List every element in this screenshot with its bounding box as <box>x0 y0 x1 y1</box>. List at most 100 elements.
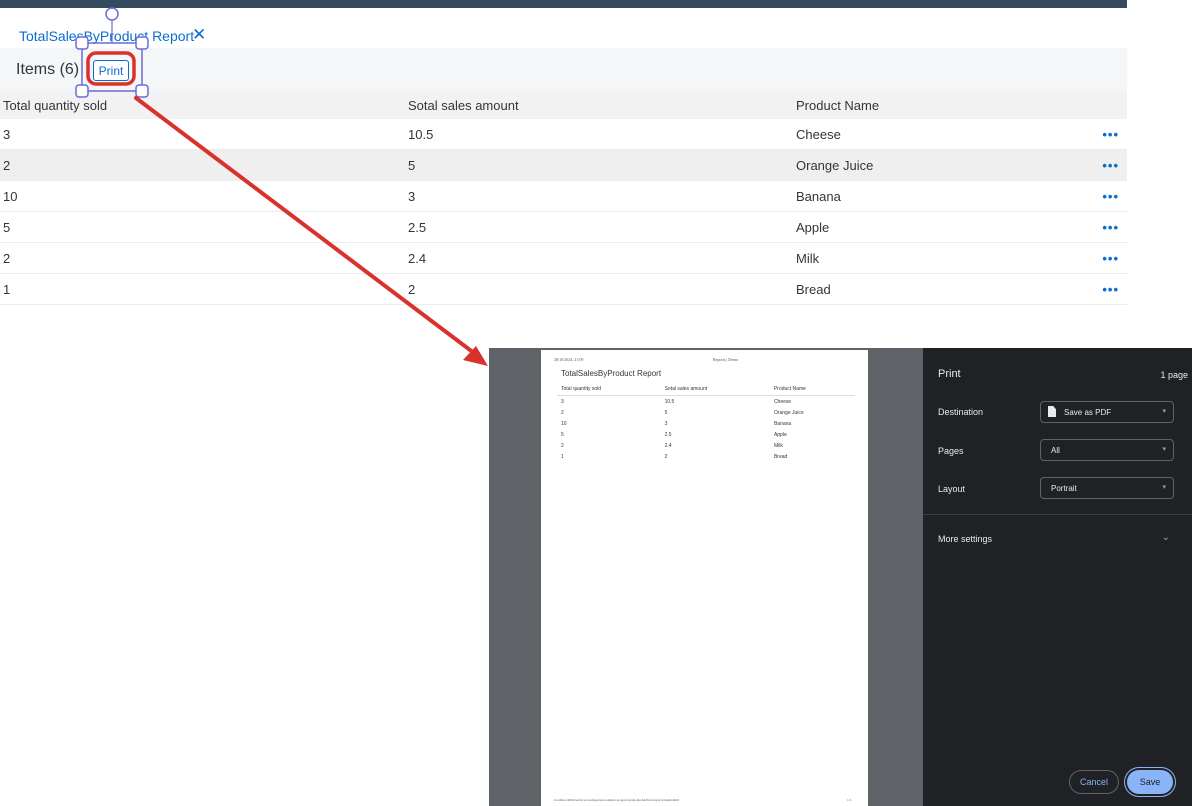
chevron-down-icon: ▾ <box>1162 408 1166 415</box>
cancel-button[interactable]: Cancel <box>1069 770 1119 794</box>
report-table: Total quantity sold Sotal sales amount P… <box>0 91 1127 305</box>
pages-label: Pages <box>938 446 964 456</box>
chevron-down-icon[interactable]: ⌄ <box>1162 532 1170 543</box>
cell-amount: 2.5 <box>405 211 793 243</box>
more-horizontal-icon[interactable]: ••• <box>1096 242 1127 274</box>
print-settings-panel: Print 1 page Destination Save as PDF ▾ P… <box>923 348 1192 806</box>
pages-select[interactable]: All ▾ <box>1040 439 1174 461</box>
save-button[interactable]: Save <box>1127 770 1173 794</box>
preview-cell: Banana <box>773 420 792 427</box>
cell-quantity: 3 <box>0 119 405 150</box>
more-horizontal-icon[interactable]: ••• <box>1096 211 1127 243</box>
table-row[interactable]: 1 2 Bread ••• <box>0 273 1127 305</box>
preview-row: 5 2.5 Apple <box>557 429 855 440</box>
preview-footer-page: 1/1 <box>847 798 852 802</box>
preview-cell: Cheese <box>773 398 792 405</box>
tab-label: TotalSalesByProduct Report <box>19 28 195 44</box>
preview-cell: 2.4 <box>664 442 672 449</box>
column-header-product[interactable]: Product Name <box>793 91 1096 119</box>
cell-amount: 3 <box>405 180 793 212</box>
table-row[interactable]: 3 10.5 Cheese ••• <box>0 119 1127 150</box>
preview-report-title: TotalSalesByProduct Report <box>561 369 662 378</box>
cell-quantity: 5 <box>0 211 405 243</box>
preview-row: 2 2.4 Milk <box>557 440 855 451</box>
preview-cell: 3 <box>561 398 564 405</box>
cell-product: Bread <box>793 273 1096 305</box>
more-horizontal-icon[interactable]: ••• <box>1096 119 1127 150</box>
page-count: 1 page <box>1160 370 1188 380</box>
more-horizontal-icon[interactable]: ••• <box>1096 273 1127 305</box>
layout-select[interactable]: Portrait ▾ <box>1040 477 1174 499</box>
preview-cell: 3 <box>664 420 668 427</box>
close-icon[interactable]: ✕ <box>192 25 206 45</box>
preview-cell: Milk <box>773 442 783 449</box>
print-preview-page: 28/10/2024, 21:09 Reports | Demo TotalSa… <box>541 350 868 806</box>
cell-quantity: 1 <box>0 273 405 305</box>
cell-product: Orange Juice <box>793 149 1096 181</box>
more-horizontal-icon[interactable]: ••• <box>1096 149 1127 181</box>
table-header-row: Total quantity sold Sotal sales amount P… <box>0 91 1127 119</box>
cell-product: Banana <box>793 180 1096 212</box>
preview-footer-url: localhost:4004/services/webapp/test-samp… <box>554 798 680 802</box>
destination-label: Destination <box>938 407 984 417</box>
document-icon <box>1048 406 1056 417</box>
chevron-down-icon: ▾ <box>1162 446 1166 453</box>
print-panel-title: Print <box>938 368 961 380</box>
destination-value: Save as PDF <box>1064 408 1112 417</box>
table-row[interactable]: 2 2.4 Milk ••• <box>0 242 1127 274</box>
print-preview-area: 28/10/2024, 21:09 Reports | Demo TotalSa… <box>489 348 923 806</box>
cell-quantity: 2 <box>0 242 405 274</box>
preview-cell: 2 <box>561 442 564 449</box>
preview-cell: 10.5 <box>664 398 675 405</box>
preview-column-header: Sotal sales amount <box>660 383 770 396</box>
table-row[interactable]: 5 2.5 Apple ••• <box>0 211 1127 243</box>
tab-bar: TotalSalesByProduct Report ✕ <box>0 8 1127 56</box>
preview-cell: 1 <box>561 453 564 460</box>
table-row[interactable]: 2 5 Orange Juice ••• <box>0 149 1127 181</box>
cell-product: Milk <box>793 242 1096 274</box>
column-header-actions <box>1096 91 1127 119</box>
column-header-amount[interactable]: Sotal sales amount <box>405 91 793 119</box>
preview-row: 3 10.5 Cheese <box>557 396 855 408</box>
layout-label: Layout <box>938 484 966 494</box>
more-horizontal-icon[interactable]: ••• <box>1096 180 1127 212</box>
cell-amount: 10.5 <box>405 119 793 150</box>
preview-cell: 2.5 <box>664 431 672 438</box>
preview-header-title: Reports | Demo <box>713 357 739 362</box>
preview-cell: Bread <box>773 453 788 460</box>
cell-amount: 5 <box>405 149 793 181</box>
annotation-arrow-head <box>463 346 488 366</box>
preview-row: 10 3 Banana <box>557 418 855 429</box>
preview-cell: 2 <box>561 409 564 416</box>
cell-product: Apple <box>793 211 1096 243</box>
column-header-quantity[interactable]: Total quantity sold <box>0 91 405 119</box>
divider <box>923 514 1192 515</box>
cell-amount: 2.4 <box>405 242 793 274</box>
cell-quantity: 10 <box>0 180 405 212</box>
preview-cell: Orange Juice <box>773 409 804 416</box>
preview-column-header: Total quantity sold <box>557 383 661 396</box>
shell-bar <box>0 0 1127 8</box>
table-row[interactable]: 10 3 Banana ••• <box>0 180 1127 212</box>
preview-cell: 5 <box>664 409 668 416</box>
chevron-down-icon: ▾ <box>1162 484 1166 491</box>
cell-amount: 2 <box>405 273 793 305</box>
more-settings-toggle[interactable]: More settings <box>938 534 992 544</box>
layout-value: Portrait <box>1051 484 1077 493</box>
preview-cell: 5 <box>561 431 564 438</box>
pages-value: All <box>1051 446 1060 455</box>
destination-select[interactable]: Save as PDF ▾ <box>1040 401 1174 423</box>
preview-column-header: Product Name <box>769 383 855 396</box>
items-count-title: Items (6) <box>16 61 80 78</box>
preview-table: Total quantity sold Sotal sales amount P… <box>557 383 855 462</box>
cell-product: Cheese <box>793 119 1096 150</box>
preview-row: 2 5 Orange Juice <box>557 407 855 418</box>
preview-cell: 2 <box>664 453 668 460</box>
print-button[interactable]: Print <box>93 60 129 81</box>
preview-cell: 10 <box>561 420 567 427</box>
cell-quantity: 2 <box>0 149 405 181</box>
preview-header-date: 28/10/2024, 21:09 <box>554 357 584 362</box>
preview-row: 1 2 Bread <box>557 451 855 462</box>
preview-header-row: Total quantity sold Sotal sales amount P… <box>557 383 855 396</box>
preview-cell: Apple <box>773 431 787 438</box>
